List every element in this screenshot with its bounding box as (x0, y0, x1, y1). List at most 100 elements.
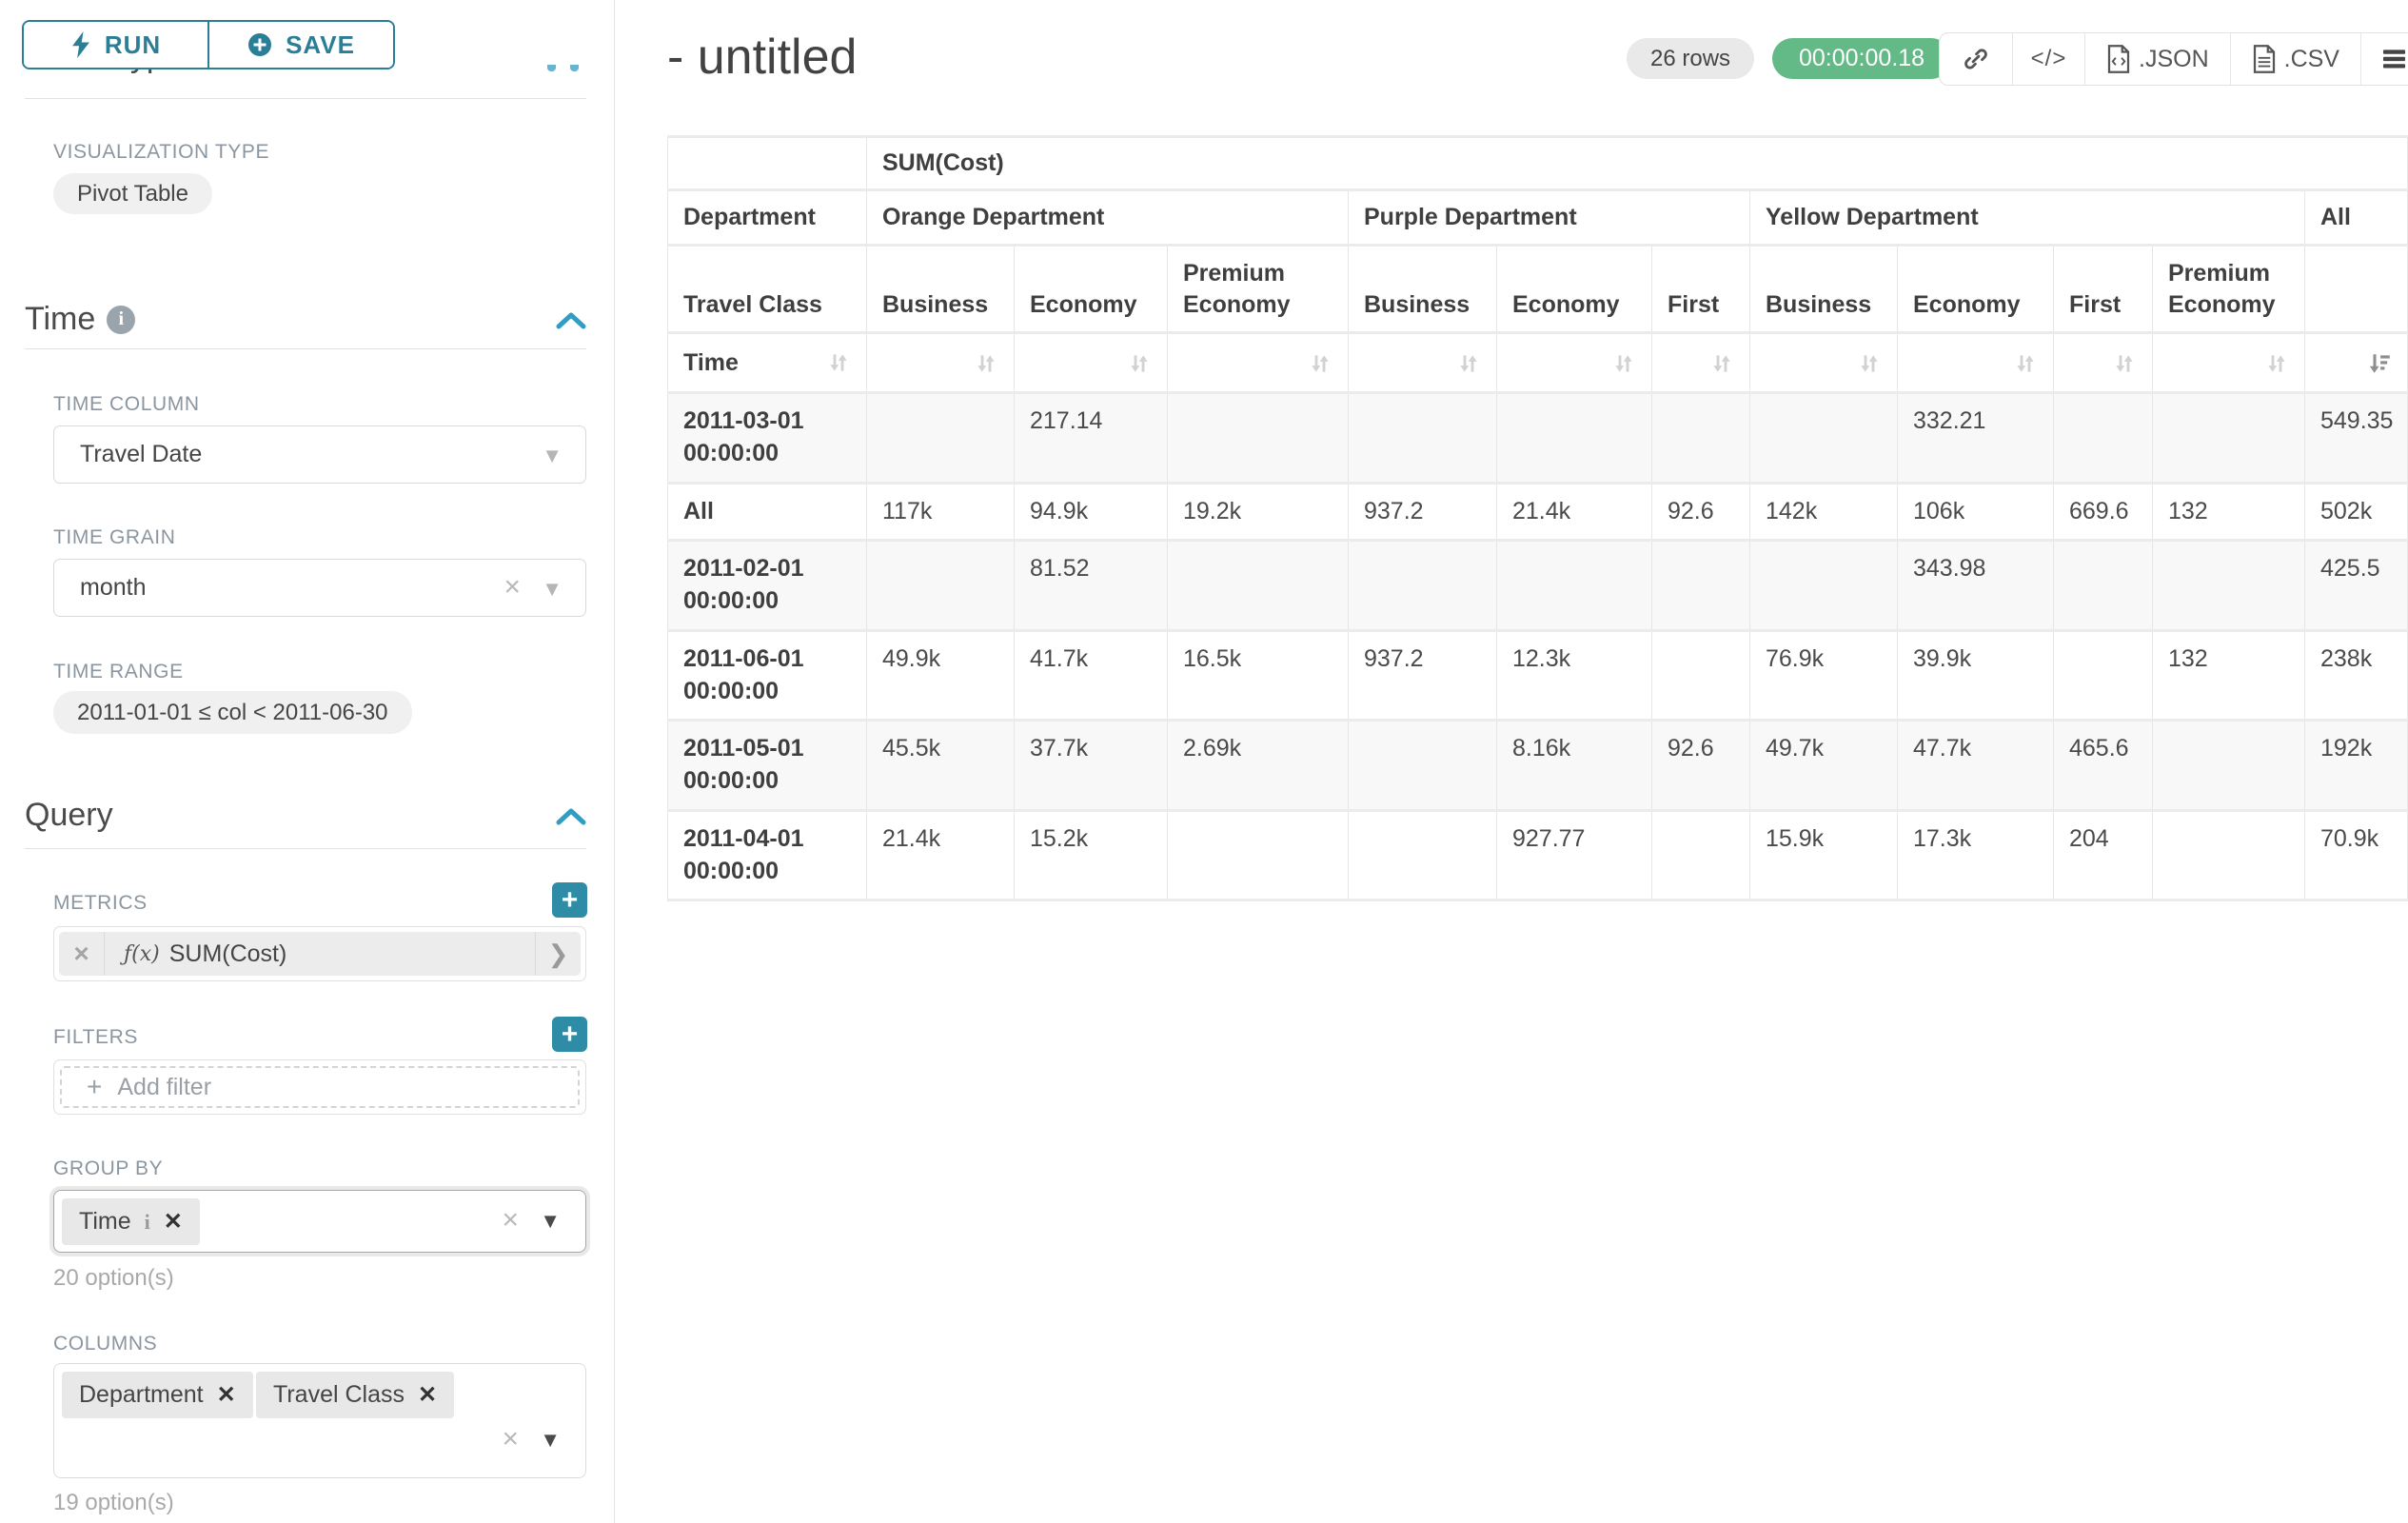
sort-cell (1349, 333, 1497, 393)
time-grain-select[interactable]: month × ▼ (53, 559, 586, 617)
embed-code-button[interactable]: </> (2012, 33, 2084, 85)
sort-icon[interactable] (1611, 351, 1636, 376)
sort-cell (1015, 333, 1168, 393)
sort-cell (867, 333, 1015, 393)
section-divider (25, 348, 586, 349)
value-cell (2153, 393, 2305, 484)
sort-descending-icon[interactable] (2367, 351, 2392, 376)
row-label-cell: 2011-03-01 00:00:00 (668, 393, 867, 484)
value-cell (1750, 541, 1898, 631)
value-cell: 92.6 (1652, 483, 1750, 541)
value-cell (1349, 393, 1497, 484)
value-cell (867, 393, 1015, 484)
chevron-down-icon: ▼ (542, 444, 563, 468)
remove-chip-icon[interactable]: ✕ (217, 1381, 236, 1409)
more-options-button[interactable] (2360, 33, 2408, 85)
value-cell (1652, 393, 1750, 484)
column-header-cell: Premium Economy (1168, 246, 1349, 333)
time-column-select[interactable]: Travel Date ▼ (53, 425, 586, 484)
value-cell: 217.14 (1015, 393, 1168, 484)
value-cell (1168, 810, 1349, 900)
group-by-chip: Time i ✕ (62, 1198, 200, 1245)
value-cell: 192k (2305, 721, 2408, 811)
value-cell (1497, 541, 1652, 631)
sort-cell (1652, 333, 1750, 393)
group-header-cell: Orange Department (867, 190, 1349, 246)
columns-chip: Travel Class ✕ (256, 1372, 454, 1418)
value-cell: 16.5k (1168, 630, 1349, 721)
remove-chip-icon[interactable]: ✕ (418, 1381, 437, 1409)
table-row: 2011-02-01 00:00:00 81.52 343.98 425.5 (668, 541, 2408, 631)
run-button[interactable]: RUN (24, 22, 207, 68)
value-cell: 142k (1750, 483, 1898, 541)
value-cell: 937.2 (1349, 630, 1497, 721)
copy-link-button[interactable] (1940, 33, 2012, 85)
add-filter-button[interactable]: + Add filter (60, 1066, 580, 1108)
sort-icon[interactable] (2112, 351, 2137, 376)
value-cell: 81.52 (1015, 541, 1168, 631)
visualization-type-pill[interactable]: Pivot Table (53, 173, 212, 214)
columns-label: COLUMNS (53, 1333, 157, 1355)
clear-icon[interactable]: × (503, 571, 521, 603)
info-icon[interactable]: i (107, 306, 135, 334)
sort-icon[interactable] (1308, 351, 1332, 376)
metric-header-row: SUM(Cost) (668, 137, 2408, 190)
value-cell: 17.3k (1898, 810, 2054, 900)
clear-icon[interactable]: × (502, 1423, 519, 1455)
remove-metric-icon[interactable]: × (59, 932, 105, 976)
group-by-select[interactable]: Time i ✕ × ▼ (53, 1190, 586, 1253)
sort-icon[interactable] (1857, 351, 1882, 376)
section-divider (25, 98, 586, 99)
empty-corner-cell (668, 137, 867, 190)
add-metric-button[interactable]: + (552, 882, 587, 918)
sort-icon[interactable] (2264, 351, 2289, 376)
plus-circle-icon (247, 32, 272, 57)
value-cell: 204 (2054, 810, 2153, 900)
sort-icon[interactable] (1709, 351, 1734, 376)
value-cell: 549.35 (2305, 393, 2408, 484)
column-header-cell: Economy (1015, 246, 1168, 333)
export-json-button[interactable]: .JSON (2084, 33, 2230, 85)
info-icon[interactable]: i (145, 1210, 150, 1235)
save-button[interactable]: SAVE (207, 22, 393, 68)
collapse-chevron-icon[interactable] (555, 310, 587, 331)
value-cell: 15.9k (1750, 810, 1898, 900)
value-cell: 502k (2305, 483, 2408, 541)
chart-title[interactable]: - untitled (667, 29, 857, 86)
sort-cell (2153, 333, 2305, 393)
export-button-group: </> .JSON .CSV (1939, 32, 2408, 86)
metric-header-cell: SUM(Cost) (867, 137, 2408, 190)
value-cell (1349, 721, 1497, 811)
value-cell (1349, 810, 1497, 900)
value-cell (2153, 810, 2305, 900)
time-range-pill[interactable]: 2011-01-01 ≤ col < 2011-06-30 (53, 691, 412, 734)
export-csv-button[interactable]: .CSV (2230, 33, 2360, 85)
value-cell (1652, 810, 1750, 900)
value-cell: 425.5 (2305, 541, 2408, 631)
sort-icon[interactable] (974, 351, 998, 376)
remove-chip-icon[interactable]: ✕ (164, 1208, 183, 1236)
value-cell (1168, 393, 1349, 484)
chevron-right-icon[interactable]: ❯ (535, 932, 581, 976)
clipped-icon-dot (547, 65, 556, 71)
run-save-button-group: RUN SAVE (22, 20, 395, 69)
value-cell: 21.4k (1497, 483, 1652, 541)
group-header-cell: All (2305, 190, 2408, 246)
sort-icon[interactable] (1127, 351, 1152, 376)
sort-icon[interactable] (826, 350, 851, 375)
clear-icon[interactable]: × (502, 1204, 519, 1236)
collapse-chevron-icon[interactable] (555, 806, 587, 827)
group-header-cell: Yellow Department (1750, 190, 2305, 246)
sort-icon[interactable] (2013, 351, 2038, 376)
value-cell: 47.7k (1898, 721, 2054, 811)
column-header-cell: Economy (1497, 246, 1652, 333)
sort-icon[interactable] (1456, 351, 1481, 376)
add-filter-plus-button[interactable]: + (552, 1017, 587, 1052)
value-cell: 70.9k (2305, 810, 2408, 900)
metric-chip[interactable]: × ƒ(x) SUM(Cost) ❯ (59, 932, 581, 976)
value-cell (1652, 630, 1750, 721)
row-label-cell: 2011-05-01 00:00:00 (668, 721, 867, 811)
value-cell: 19.2k (1168, 483, 1349, 541)
columns-select[interactable]: Department ✕ Travel Class ✕ × ▼ (53, 1363, 586, 1478)
table-row: 2011-06-01 00:00:00 49.9k 41.7k 16.5k 93… (668, 630, 2408, 721)
